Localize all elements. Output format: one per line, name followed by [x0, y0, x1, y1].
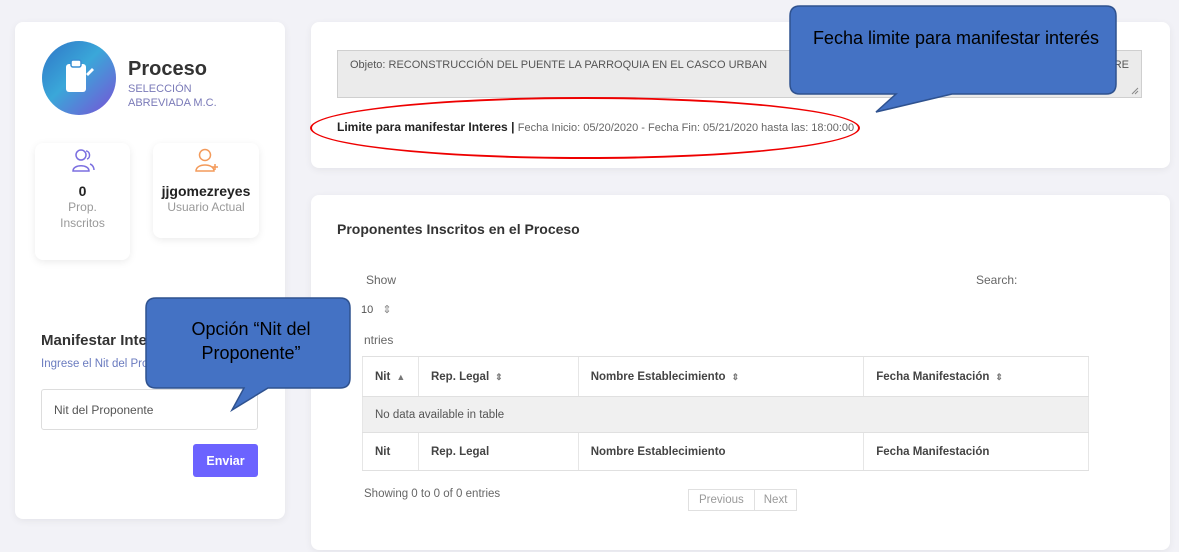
- fecha-callout-bubble: [789, 5, 1117, 113]
- fecha-callout-text: Fecha limite para manifestar interés: [812, 28, 1100, 48]
- nit-callout-text: Opción “Nit del Proponente”: [191, 319, 311, 363]
- callout-shapes: [145, 5, 1117, 413]
